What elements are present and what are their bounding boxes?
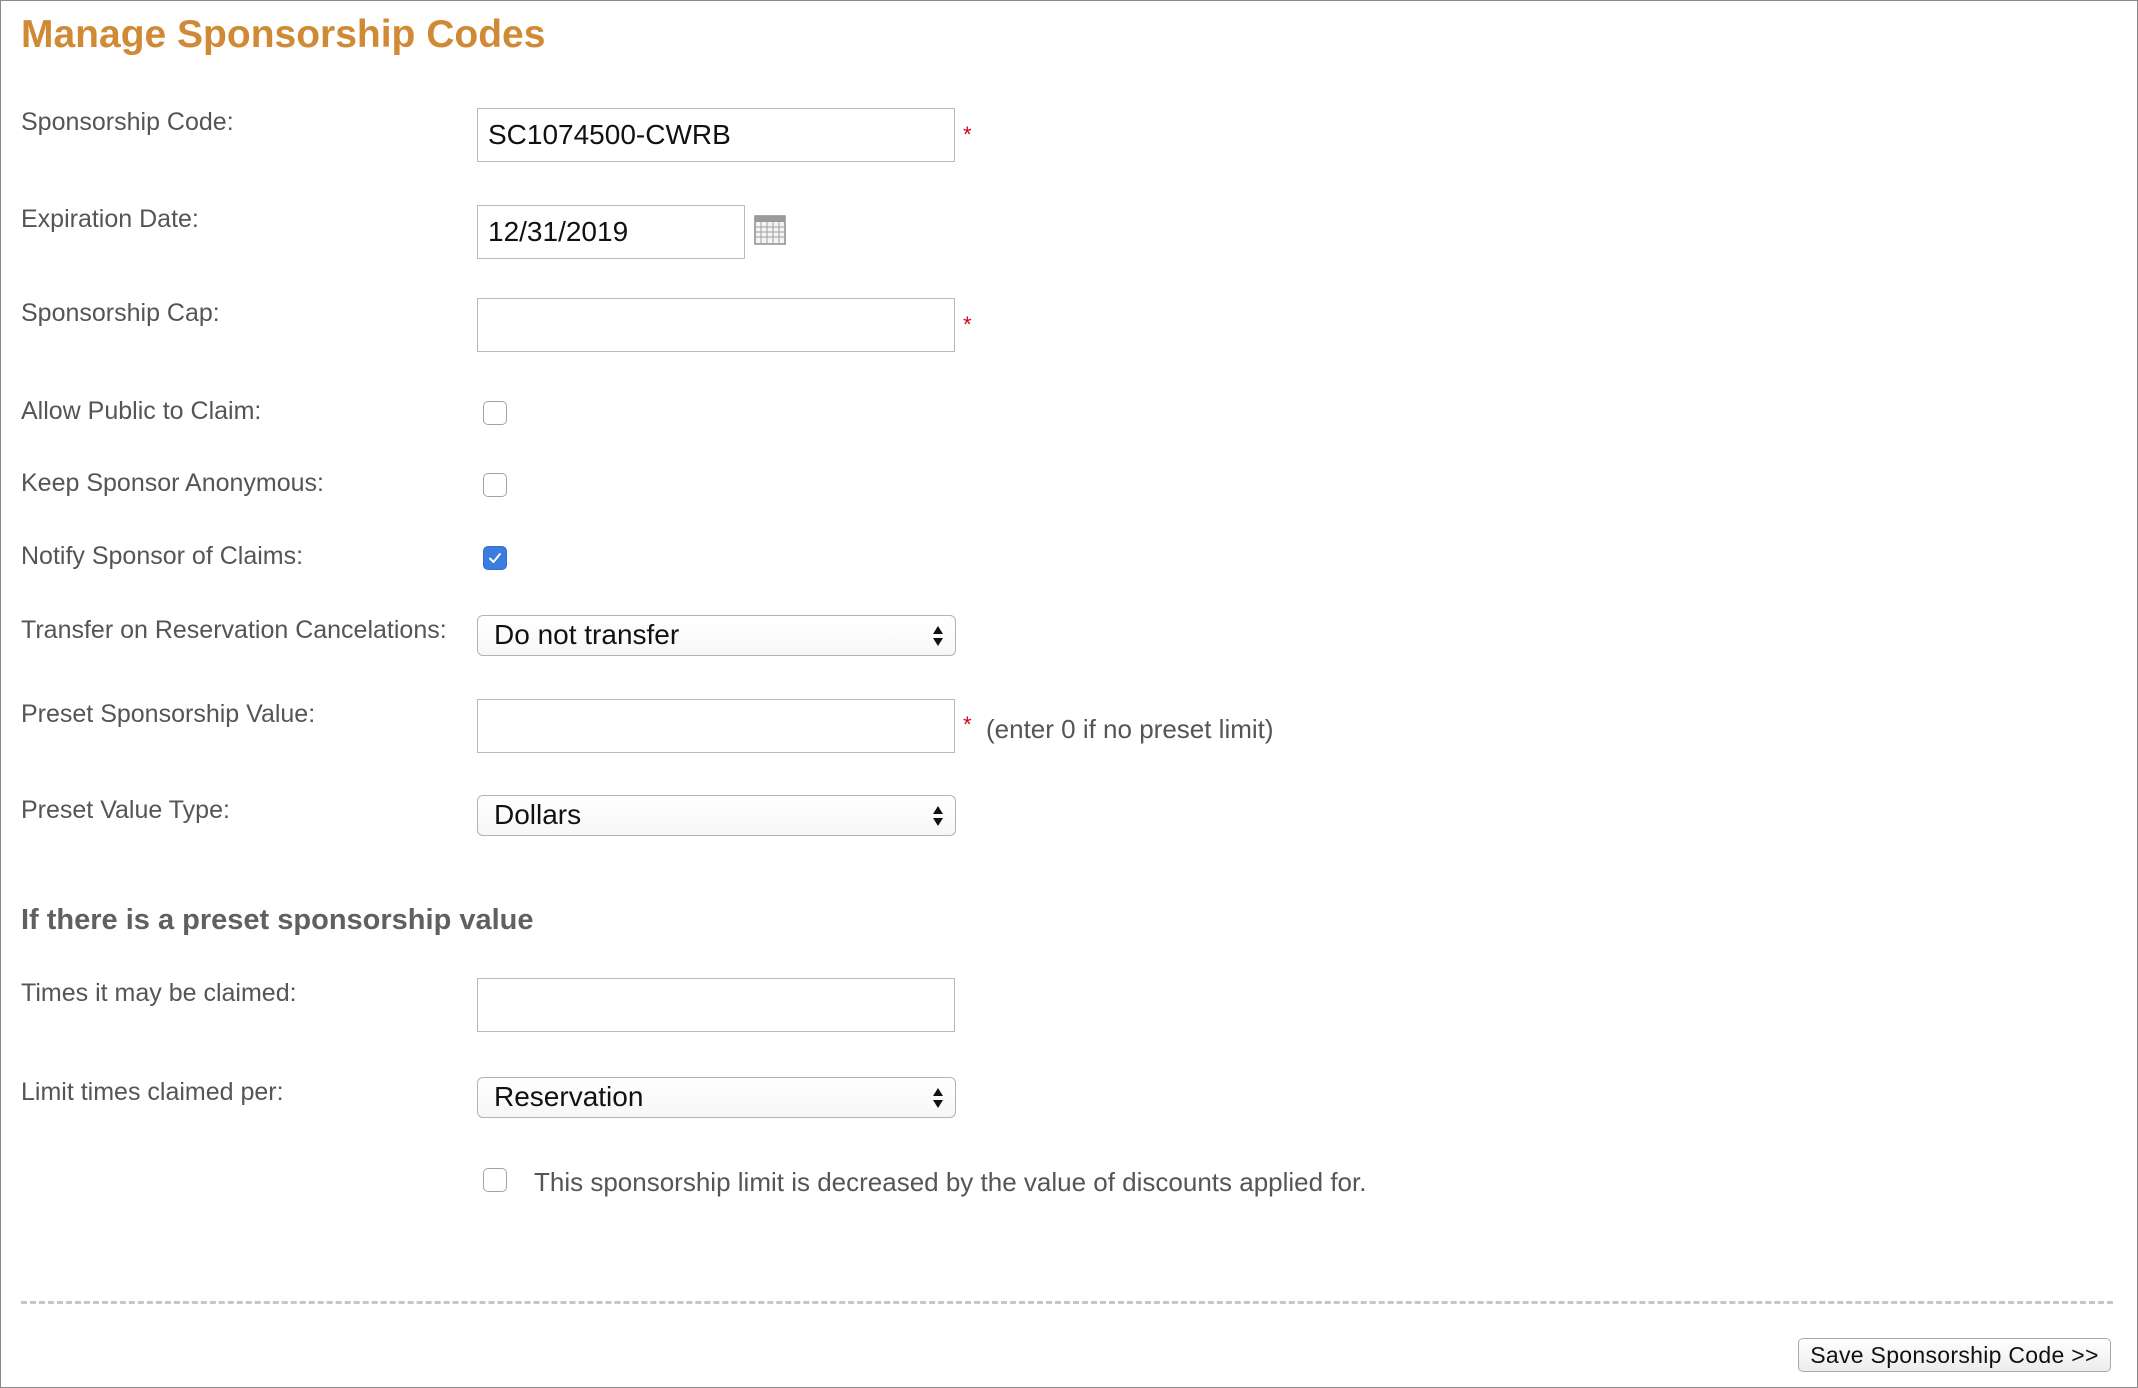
preset-value-label: Preset Sponsorship Value:: [21, 700, 316, 728]
preset-type-select[interactable]: Dollars: [477, 795, 956, 836]
expiration-date-input[interactable]: [477, 205, 745, 259]
allow-public-label: Allow Public to Claim:: [21, 397, 262, 425]
sponsorship-cap-label: Sponsorship Cap:: [21, 299, 220, 327]
section-divider: [21, 1301, 2113, 1304]
sponsorship-code-input[interactable]: [477, 108, 955, 162]
discount-limit-checkbox[interactable]: [483, 1168, 507, 1192]
allow-public-checkbox[interactable]: [483, 401, 507, 425]
preset-value-input[interactable]: [477, 699, 955, 753]
sponsorship-cap-input[interactable]: [477, 298, 955, 352]
expiration-date-label: Expiration Date:: [21, 205, 199, 233]
checkmark-icon: [489, 553, 501, 563]
preset-type-label: Preset Value Type:: [21, 796, 230, 824]
preset-section-heading: If there is a preset sponsorship value: [21, 904, 534, 936]
limit-claimed-label: Limit times claimed per:: [21, 1078, 284, 1106]
sponsorship-code-label: Sponsorship Code:: [21, 108, 234, 136]
notify-sponsor-label: Notify Sponsor of Claims:: [21, 542, 304, 570]
notify-sponsor-checkbox[interactable]: [483, 546, 507, 570]
keep-anonymous-checkbox[interactable]: [483, 473, 507, 497]
limit-claimed-select[interactable]: Reservation: [477, 1077, 956, 1118]
times-claimed-input[interactable]: [477, 978, 955, 1032]
required-marker: *: [963, 312, 972, 337]
transfer-cancelations-value: Do not transfer: [494, 619, 680, 650]
transfer-cancelations-label: Transfer on Reservation Cancelations:: [21, 616, 447, 644]
form-panel: Manage Sponsorship Codes Sponsorship Cod…: [0, 0, 2138, 1388]
keep-anonymous-label: Keep Sponsor Anonymous:: [21, 469, 324, 497]
page-title: Manage Sponsorship Codes: [21, 13, 546, 56]
discount-limit-label: This sponsorship limit is decreased by t…: [534, 1167, 1367, 1197]
select-arrows-icon: [933, 1088, 943, 1108]
transfer-cancelations-select[interactable]: Do not transfer: [477, 615, 956, 656]
calendar-icon[interactable]: [754, 215, 786, 245]
select-arrows-icon: [933, 626, 943, 646]
required-marker: *: [963, 712, 972, 737]
select-arrows-icon: [933, 806, 943, 826]
preset-value-hint: (enter 0 if no preset limit): [986, 714, 1274, 744]
required-marker: *: [963, 122, 972, 147]
save-sponsorship-code-button[interactable]: Save Sponsorship Code >>: [1798, 1338, 2111, 1372]
limit-claimed-value: Reservation: [494, 1081, 644, 1112]
times-claimed-label: Times it may be claimed:: [21, 979, 297, 1007]
preset-type-value: Dollars: [494, 799, 582, 830]
